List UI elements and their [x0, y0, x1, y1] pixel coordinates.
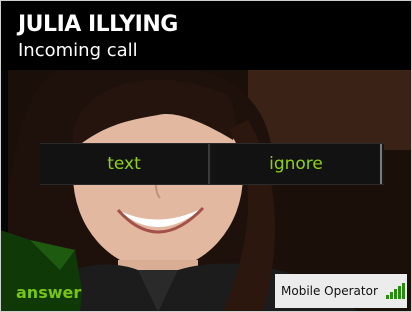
status-bar: Mobile Operator	[275, 274, 407, 308]
signal-strength-icon	[385, 283, 406, 299]
ignore-button[interactable]: ignore	[212, 144, 382, 184]
call-status: Incoming call	[18, 40, 138, 61]
operator-name: Mobile Operator	[281, 284, 378, 298]
incoming-call-screen: JULIA ILLYING Incoming call text ignore …	[0, 0, 412, 312]
call-action-bar: text ignore	[40, 143, 384, 185]
call-header: JULIA ILLYING Incoming call	[0, 0, 412, 70]
caller-name: JULIA ILLYING	[18, 12, 178, 37]
text-reply-button[interactable]: text	[40, 144, 210, 184]
answer-button[interactable]: answer	[16, 283, 81, 302]
